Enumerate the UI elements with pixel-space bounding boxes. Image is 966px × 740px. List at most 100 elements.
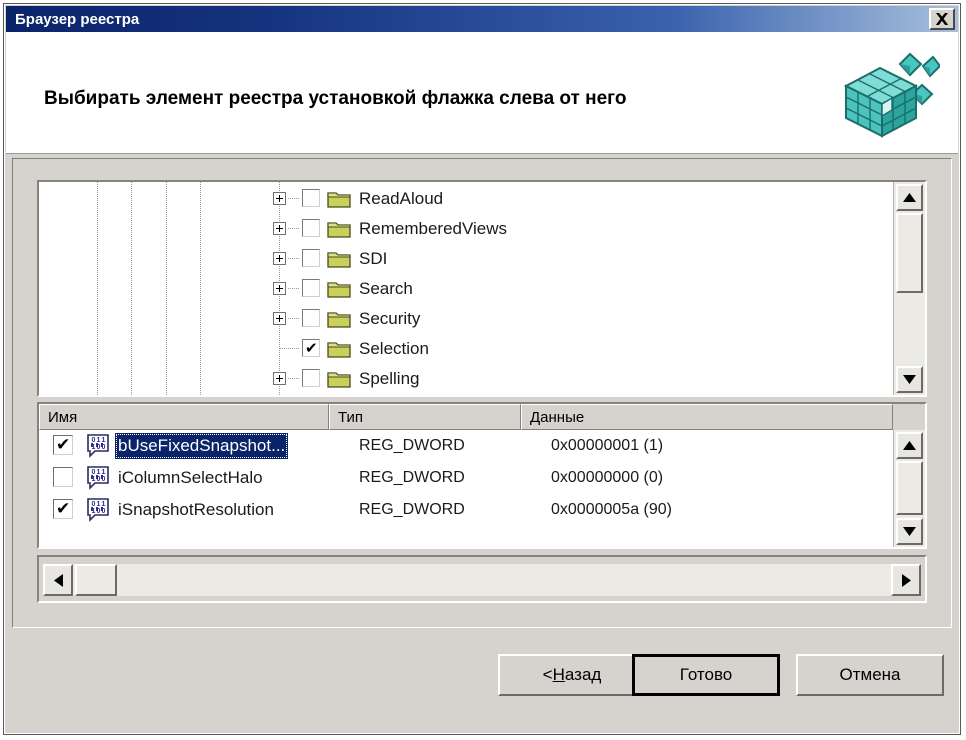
value-data: 0x0000005a (90): [551, 501, 672, 519]
back-button[interactable]: < Назад: [498, 654, 646, 696]
svg-text:1: 1: [102, 469, 106, 476]
tree-connector: [288, 378, 300, 379]
tree-scroll-up-button[interactable]: [896, 184, 923, 211]
list-scroll-up-button[interactable]: [896, 432, 923, 459]
plus-expander-icon[interactable]: [273, 222, 286, 235]
registry-tree-panel[interactable]: ReadAloud RememberedViews: [37, 180, 927, 397]
plus-expander-icon[interactable]: [273, 312, 286, 325]
cancel-button[interactable]: Отмена: [796, 654, 944, 696]
checkmark-icon: ✔: [56, 500, 70, 518]
scroll-left-button[interactable]: [43, 564, 73, 596]
plus-expander-icon[interactable]: [273, 372, 286, 385]
registry-values-list[interactable]: Имя Тип Данные ✔ 011 100: [37, 402, 927, 549]
finish-button-label: Готово: [680, 665, 733, 685]
value-data: 0x00000000 (0): [551, 469, 663, 487]
tree-item-checkbox[interactable]: [302, 249, 320, 267]
tree-item-checkbox[interactable]: [302, 369, 320, 387]
plus-expander-icon[interactable]: [273, 192, 286, 205]
cancel-button-label: Отмена: [840, 665, 901, 685]
row-checkbox[interactable]: ✔: [53, 435, 73, 455]
plus-expander-icon[interactable]: [273, 282, 286, 295]
value-name[interactable]: iSnapshotResolution: [115, 497, 277, 523]
svg-text:1: 1: [102, 501, 106, 508]
folder-icon: [327, 279, 351, 298]
list-scroll-thumb[interactable]: [896, 461, 923, 515]
registry-binary-value-icon: 011 100: [87, 498, 113, 522]
folder-icon: [327, 189, 351, 208]
horizontal-scrollbar[interactable]: [43, 564, 921, 596]
registry-browser-window: Браузер реестра Выбирать элемент реестра…: [3, 3, 961, 735]
tree-connector: [288, 228, 300, 229]
tree-item-selection[interactable]: ✔ Selection: [39, 334, 893, 364]
svg-text:1: 1: [97, 469, 101, 476]
dialog-body: ReadAloud RememberedViews: [6, 155, 958, 732]
tree-item-spelling[interactable]: Spelling: [39, 364, 893, 394]
folder-icon: [327, 219, 351, 238]
value-type: REG_DWORD: [359, 501, 465, 519]
tree-item-checkbox[interactable]: [302, 309, 320, 327]
tree-item-checkbox[interactable]: [302, 219, 320, 237]
svg-text:1: 1: [102, 437, 106, 444]
dialog-footer: < Назад Готово Отмена: [6, 636, 958, 732]
table-row[interactable]: ✔ 011 100: [39, 494, 893, 526]
svg-text:1: 1: [97, 501, 101, 508]
tree-item-sdi[interactable]: SDI: [39, 244, 893, 274]
value-name[interactable]: bUseFixedSnapshot...: [115, 433, 288, 459]
close-button[interactable]: [929, 8, 955, 30]
tree-item-search[interactable]: Search: [39, 274, 893, 304]
plus-expander-icon[interactable]: [273, 252, 286, 265]
tree-item-checkbox[interactable]: [302, 189, 320, 207]
scroll-right-button[interactable]: [891, 564, 921, 596]
tree-item-security[interactable]: Security: [39, 304, 893, 334]
tree-connector: [288, 258, 300, 259]
tree-item-label: RememberedViews: [359, 219, 507, 239]
checkmark-icon: ✔: [56, 436, 70, 454]
tree-vertical-scrollbar[interactable]: [893, 182, 925, 395]
scroll-right-arrow-icon: [902, 574, 911, 587]
finish-button[interactable]: Готово: [632, 654, 780, 696]
column-header-type[interactable]: Тип: [329, 404, 521, 430]
close-icon: [934, 12, 950, 26]
table-row[interactable]: 011 100 iColumnSelectHalo REG_DWORD 0x0: [39, 462, 893, 494]
column-header-data[interactable]: Данные: [521, 404, 893, 430]
tree-item-label: Search: [359, 279, 413, 299]
row-checkbox[interactable]: ✔: [53, 499, 73, 519]
registry-binary-value-icon: 011 100: [87, 466, 113, 490]
back-button-prefix: <: [543, 665, 553, 685]
svg-text:0: 0: [92, 469, 96, 476]
svg-text:0: 0: [92, 437, 96, 444]
row-checkbox[interactable]: [53, 467, 73, 487]
value-data: 0x00000001 (1): [551, 437, 663, 455]
tree-item-rememberedviews[interactable]: RememberedViews: [39, 214, 893, 244]
tree-scroll-down-button[interactable]: [896, 366, 923, 393]
tree-connector: [280, 348, 300, 349]
scroll-up-arrow-icon: [903, 193, 916, 202]
list-vertical-scrollbar[interactable]: [893, 430, 925, 547]
list-scroll-down-button[interactable]: [896, 518, 923, 545]
header-band: Выбирать элемент реестра установкой флаж…: [6, 32, 958, 154]
page-title: Выбирать элемент реестра установкой флаж…: [44, 88, 626, 110]
registry-group-box: ReadAloud RememberedViews: [12, 158, 952, 628]
value-name[interactable]: iColumnSelectHalo: [115, 465, 266, 491]
column-header-name[interactable]: Имя: [39, 404, 329, 430]
tree-item-checkbox[interactable]: ✔: [302, 339, 320, 357]
tree-connector: [288, 198, 300, 199]
checkmark-icon: ✔: [305, 341, 318, 356]
svg-text:0: 0: [92, 501, 96, 508]
horizontal-scroll-thumb[interactable]: [75, 564, 117, 596]
tree-item-label: ReadAloud: [359, 189, 443, 209]
back-button-rest: азад: [565, 665, 601, 685]
scroll-down-arrow-icon: [903, 375, 916, 384]
tree-item-checkbox[interactable]: [302, 279, 320, 297]
value-type: REG_DWORD: [359, 469, 465, 487]
tree-item-readaloud[interactable]: ReadAloud: [39, 184, 893, 214]
scroll-down-arrow-icon: [903, 527, 916, 536]
title-bar: Браузер реестра: [6, 6, 958, 32]
table-row[interactable]: ✔ 011 100: [39, 430, 893, 462]
scroll-left-arrow-icon: [54, 574, 63, 587]
folder-icon: [327, 369, 351, 388]
list-rows: ✔ 011 100: [39, 430, 893, 547]
registry-cube-icon: [834, 52, 940, 138]
tree-scroll-thumb[interactable]: [896, 213, 923, 293]
tree-item-label: Spelling: [359, 369, 420, 389]
